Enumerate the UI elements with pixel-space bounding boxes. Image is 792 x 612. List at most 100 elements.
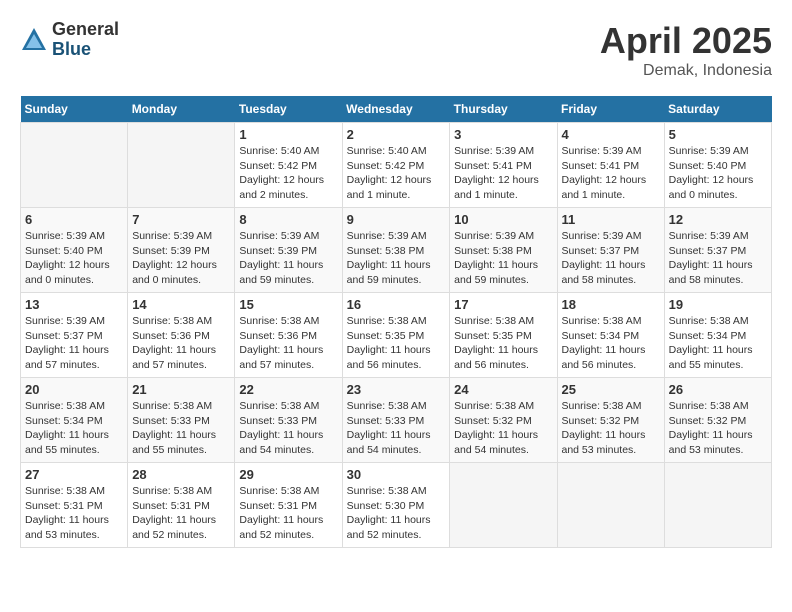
calendar-cell: 26 Sunrise: 5:38 AM Sunset: 5:32 PM Dayli… <box>664 378 771 463</box>
calendar-cell: 8 Sunrise: 5:39 AM Sunset: 5:39 PM Daylig… <box>235 208 342 293</box>
logo-icon <box>20 26 48 54</box>
day-number: 23 <box>347 382 446 397</box>
calendar-cell: 15 Sunrise: 5:38 AM Sunset: 5:36 PM Dayli… <box>235 293 342 378</box>
day-info: Sunrise: 5:40 AM Sunset: 5:42 PM Dayligh… <box>347 144 446 203</box>
day-info: Sunrise: 5:38 AM Sunset: 5:36 PM Dayligh… <box>239 314 337 373</box>
day-number: 27 <box>25 467 123 482</box>
day-info: Sunrise: 5:39 AM Sunset: 5:40 PM Dayligh… <box>25 229 123 288</box>
calendar-cell: 22 Sunrise: 5:38 AM Sunset: 5:33 PM Dayli… <box>235 378 342 463</box>
day-info: Sunrise: 5:39 AM Sunset: 5:39 PM Dayligh… <box>239 229 337 288</box>
calendar-header-saturday: Saturday <box>664 96 771 123</box>
calendar-cell: 28 Sunrise: 5:38 AM Sunset: 5:31 PM Dayli… <box>128 463 235 548</box>
calendar-cell: 27 Sunrise: 5:38 AM Sunset: 5:31 PM Dayli… <box>21 463 128 548</box>
calendar-cell <box>21 123 128 208</box>
calendar-cell: 2 Sunrise: 5:40 AM Sunset: 5:42 PM Daylig… <box>342 123 450 208</box>
day-info: Sunrise: 5:38 AM Sunset: 5:34 PM Dayligh… <box>562 314 660 373</box>
day-info: Sunrise: 5:38 AM Sunset: 5:32 PM Dayligh… <box>669 399 767 458</box>
day-number: 19 <box>669 297 767 312</box>
day-number: 20 <box>25 382 123 397</box>
calendar-cell: 9 Sunrise: 5:39 AM Sunset: 5:38 PM Daylig… <box>342 208 450 293</box>
day-number: 10 <box>454 212 552 227</box>
calendar-cell: 13 Sunrise: 5:39 AM Sunset: 5:37 PM Dayli… <box>21 293 128 378</box>
day-info: Sunrise: 5:38 AM Sunset: 5:33 PM Dayligh… <box>347 399 446 458</box>
day-number: 1 <box>239 127 337 142</box>
logo-blue: Blue <box>52 40 119 60</box>
calendar-cell: 25Sunrise: 5:38 AM Sunset: 5:32 PM Dayli… <box>557 378 664 463</box>
calendar-cell: 24Sunrise: 5:38 AM Sunset: 5:32 PM Dayli… <box>450 378 557 463</box>
day-info: Sunrise: 5:39 AM Sunset: 5:38 PM Dayligh… <box>454 229 552 288</box>
calendar-week-row: 20 Sunrise: 5:38 AM Sunset: 5:34 PM Dayli… <box>21 378 772 463</box>
calendar-cell: 1 Sunrise: 5:40 AM Sunset: 5:42 PM Daylig… <box>235 123 342 208</box>
day-info: Sunrise: 5:38 AM Sunset: 5:36 PM Dayligh… <box>132 314 230 373</box>
day-number: 24 <box>454 382 552 397</box>
day-info: Sunrise: 5:39 AM Sunset: 5:40 PM Dayligh… <box>669 144 767 203</box>
day-number: 18 <box>562 297 660 312</box>
day-info: Sunrise: 5:38 AM Sunset: 5:34 PM Dayligh… <box>669 314 767 373</box>
calendar-cell: 18 Sunrise: 5:38 AM Sunset: 5:34 PM Dayli… <box>557 293 664 378</box>
calendar-table: SundayMondayTuesdayWednesdayThursdayFrid… <box>20 96 772 548</box>
day-number: 4 <box>562 127 660 142</box>
day-number: 21 <box>132 382 230 397</box>
day-number: 28 <box>132 467 230 482</box>
day-info: Sunrise: 5:38 AM Sunset: 5:31 PM Dayligh… <box>132 484 230 543</box>
day-info: Sunrise: 5:39 AM Sunset: 5:39 PM Dayligh… <box>132 229 230 288</box>
day-info: Sunrise: 5:38 AM Sunset: 5:31 PM Dayligh… <box>25 484 123 543</box>
calendar-cell: 11 Sunrise: 5:39 AM Sunset: 5:37 PM Dayli… <box>557 208 664 293</box>
day-info: Sunrise: 5:38 AM Sunset: 5:30 PM Dayligh… <box>347 484 446 543</box>
day-info: Sunrise: 5:39 AM Sunset: 5:38 PM Dayligh… <box>347 229 446 288</box>
calendar-cell: 29Sunrise: 5:38 AM Sunset: 5:31 PM Dayli… <box>235 463 342 548</box>
day-info: Sunrise: 5:39 AM Sunset: 5:37 PM Dayligh… <box>669 229 767 288</box>
calendar-cell: 3 Sunrise: 5:39 AM Sunset: 5:41 PM Daylig… <box>450 123 557 208</box>
calendar-cell: 19 Sunrise: 5:38 AM Sunset: 5:34 PM Dayli… <box>664 293 771 378</box>
day-info: Sunrise: 5:38 AM Sunset: 5:32 PM Dayligh… <box>562 399 660 458</box>
day-number: 7 <box>132 212 230 227</box>
calendar-cell <box>128 123 235 208</box>
calendar-cell: 6Sunrise: 5:39 AM Sunset: 5:40 PM Daylig… <box>21 208 128 293</box>
calendar-cell: 16 Sunrise: 5:38 AM Sunset: 5:35 PM Dayli… <box>342 293 450 378</box>
day-number: 5 <box>669 127 767 142</box>
calendar-week-row: 27 Sunrise: 5:38 AM Sunset: 5:31 PM Dayli… <box>21 463 772 548</box>
day-info: Sunrise: 5:39 AM Sunset: 5:41 PM Dayligh… <box>454 144 552 203</box>
calendar-week-row: 1 Sunrise: 5:40 AM Sunset: 5:42 PM Daylig… <box>21 123 772 208</box>
calendar-cell: 30Sunrise: 5:38 AM Sunset: 5:30 PM Dayli… <box>342 463 450 548</box>
calendar-cell <box>664 463 771 548</box>
calendar-cell: 20 Sunrise: 5:38 AM Sunset: 5:34 PM Dayli… <box>21 378 128 463</box>
day-info: Sunrise: 5:39 AM Sunset: 5:37 PM Dayligh… <box>562 229 660 288</box>
calendar-header-tuesday: Tuesday <box>235 96 342 123</box>
calendar-cell: 12 Sunrise: 5:39 AM Sunset: 5:37 PM Dayli… <box>664 208 771 293</box>
day-number: 22 <box>239 382 337 397</box>
calendar-cell: 5 Sunrise: 5:39 AM Sunset: 5:40 PM Daylig… <box>664 123 771 208</box>
day-number: 14 <box>132 297 230 312</box>
day-info: Sunrise: 5:38 AM Sunset: 5:34 PM Dayligh… <box>25 399 123 458</box>
calendar-week-row: 6Sunrise: 5:39 AM Sunset: 5:40 PM Daylig… <box>21 208 772 293</box>
day-info: Sunrise: 5:38 AM Sunset: 5:35 PM Dayligh… <box>347 314 446 373</box>
calendar-header-friday: Friday <box>557 96 664 123</box>
day-number: 13 <box>25 297 123 312</box>
day-number: 9 <box>347 212 446 227</box>
logo-text: General Blue <box>52 20 119 60</box>
day-number: 8 <box>239 212 337 227</box>
day-number: 3 <box>454 127 552 142</box>
calendar-cell: 14 Sunrise: 5:38 AM Sunset: 5:36 PM Dayli… <box>128 293 235 378</box>
day-number: 2 <box>347 127 446 142</box>
day-number: 15 <box>239 297 337 312</box>
calendar-cell: 4Sunrise: 5:39 AM Sunset: 5:41 PM Daylig… <box>557 123 664 208</box>
month-title: April 2025 <box>600 20 772 62</box>
calendar-header-sunday: Sunday <box>21 96 128 123</box>
calendar-cell: 17Sunrise: 5:38 AM Sunset: 5:35 PM Dayli… <box>450 293 557 378</box>
calendar-header-thursday: Thursday <box>450 96 557 123</box>
day-number: 12 <box>669 212 767 227</box>
day-number: 17 <box>454 297 552 312</box>
day-info: Sunrise: 5:40 AM Sunset: 5:42 PM Dayligh… <box>239 144 337 203</box>
title-block: April 2025 Demak, Indonesia <box>600 20 772 80</box>
day-info: Sunrise: 5:38 AM Sunset: 5:33 PM Dayligh… <box>239 399 337 458</box>
day-number: 11 <box>562 212 660 227</box>
day-number: 26 <box>669 382 767 397</box>
calendar-header-monday: Monday <box>128 96 235 123</box>
day-number: 16 <box>347 297 446 312</box>
day-info: Sunrise: 5:38 AM Sunset: 5:33 PM Dayligh… <box>132 399 230 458</box>
logo: General Blue <box>20 20 119 60</box>
calendar-week-row: 13 Sunrise: 5:39 AM Sunset: 5:37 PM Dayli… <box>21 293 772 378</box>
day-info: Sunrise: 5:39 AM Sunset: 5:37 PM Dayligh… <box>25 314 123 373</box>
day-info: Sunrise: 5:38 AM Sunset: 5:31 PM Dayligh… <box>239 484 337 543</box>
